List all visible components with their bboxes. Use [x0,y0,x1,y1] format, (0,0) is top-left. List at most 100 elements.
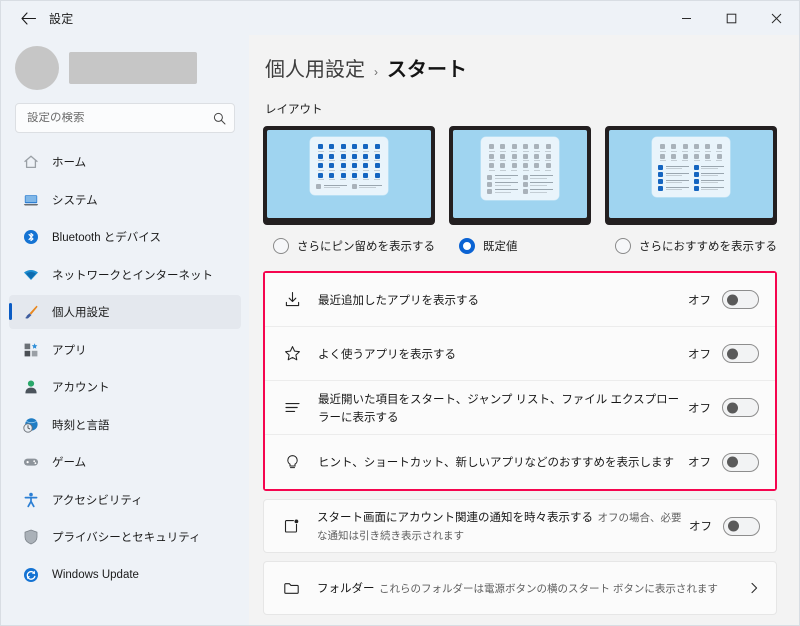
system-icon [21,190,41,210]
toggle-state-label: オフ [688,402,711,415]
search-icon [213,112,226,125]
setting-row-recently-added-apps[interactable]: 最近追加したアプリを表示する オフ [265,273,775,327]
radio-button[interactable] [615,238,631,254]
sidebar-item-privacy-security[interactable]: プライバシーとセキュリティ [9,520,241,554]
setting-row-title: ヒント、ショートカット、新しいアプリなどのおすすめを表示します [318,457,675,469]
sidebar-item-accounts[interactable]: アカウント [9,370,241,404]
layout-option-more-recommendations[interactable]: さらにおすすめを表示する [605,126,777,254]
sidebar-item-label: ホーム [52,157,87,169]
sidebar-item-label: Bluetooth とデバイス [52,232,161,244]
radio-button[interactable] [273,238,289,254]
content-area: 個人用設定 › スタート レイアウト さらにピン留めを表示する 既定値 さらにお… [249,35,799,625]
bluetooth-icon [21,227,41,247]
thumb-pinned-grid [487,144,553,171]
sidebar-item-label: Windows Update [52,568,139,581]
sidebar-item-accessibility[interactable]: アクセシビリティ [9,483,241,517]
settings-list: 最近追加したアプリを表示する オフ よく使うアプリを表示する オフ 最近開いた項… [263,271,777,615]
sidebar-item-time-language[interactable]: 時刻と言語 [9,408,241,442]
toggle-state-label: オフ [688,348,711,361]
breadcrumb: 個人用設定 › スタート [263,53,777,82]
sidebar-item-personalization[interactable]: 個人用設定 [9,295,241,329]
sidebar-item-label: ゲーム [52,457,87,469]
thumb-pinned-grid [316,144,382,180]
setting-row-title: よく使うアプリを表示する [318,348,456,361]
search-container [1,97,249,143]
sidebar: ホーム システム Bluetooth とデバイス [1,35,249,625]
minimize-icon [681,13,692,24]
list-icon [282,399,302,416]
setting-row-text: よく使うアプリを表示する [318,345,688,363]
sidebar-item-label: アクセシビリティ [52,494,143,507]
layout-option-more-pins[interactable]: さらにピン留めを表示する [263,126,435,254]
toggle-state-label: オフ [688,294,711,307]
minimize-button[interactable] [664,1,709,35]
setting-row-recently-opened-items[interactable]: 最近開いた項目をスタート、ジャンプ リスト、ファイル エクスプローラーに表示する… [265,381,775,435]
gamepad-icon [21,452,41,472]
setting-row-control [748,582,760,594]
notification-badge-icon [281,518,301,535]
thumb-recommended-list [487,174,553,194]
thumb-pinned-grid [658,144,724,161]
maximize-button[interactable] [709,1,754,35]
layout-option-label: さらにピン留めを表示する [297,241,435,253]
avatar [15,46,59,90]
setting-row-subtitle: これらのフォルダーは電源ボタンの横のスタート ボタンに表示されます [378,583,718,595]
toggle-switch[interactable] [722,398,759,417]
sidebar-item-bluetooth[interactable]: Bluetooth とデバイス [9,220,241,254]
setting-row-title: スタート画面にアカウント関連の通知を時々表示する [317,512,593,524]
close-button[interactable] [754,1,799,35]
setting-row-folders[interactable]: フォルダー これらのフォルダーは電源ボタンの横のスタート ボタンに表示されます [263,561,777,615]
paintbrush-icon [21,302,41,322]
folder-icon [281,580,301,597]
layout-section-label: レイアウト [265,104,323,116]
toggle-switch[interactable] [722,290,759,309]
layout-thumbnail[interactable] [605,126,777,225]
search-input[interactable] [27,112,213,124]
sidebar-item-label: アプリ [52,344,87,357]
star-icon [282,345,302,362]
setting-row-title: 最近追加したアプリを表示する [318,294,479,307]
sidebar-item-label: 時刻と言語 [52,419,110,432]
thumb-recommended-list [658,165,724,191]
layout-option-default[interactable]: 既定値 [449,126,591,254]
sidebar-nav: ホーム システム Bluetooth とデバイス ネットワークとインターネット … [1,143,249,625]
setting-row-title: 最近開いた項目をスタート、ジャンプ リスト、ファイル エクスプローラーに表示する [318,393,680,424]
setting-row-text: フォルダー これらのフォルダーは電源ボタンの横のスタート ボタンに表示されます [317,579,748,597]
setting-row-tips-shortcuts-recommendations[interactable]: ヒント、ショートカット、新しいアプリなどのおすすめを表示します オフ [265,435,775,489]
sidebar-item-system[interactable]: システム [9,183,241,217]
sidebar-item-windows-update[interactable]: Windows Update [9,558,241,592]
sidebar-item-label: ネットワークとインターネット [52,269,213,282]
sidebar-item-label: アカウント [52,382,110,394]
back-button[interactable] [9,3,47,33]
setting-row-most-used-apps[interactable]: よく使うアプリを表示する オフ [265,327,775,381]
shield-icon [21,527,41,547]
toggle-switch[interactable] [723,516,760,536]
sidebar-item-network[interactable]: ネットワークとインターネット [9,258,241,292]
apps-icon [21,340,41,360]
toggle-state-label: オフ [689,521,712,533]
chevron-right-icon[interactable] [748,582,760,594]
layout-options: さらにピン留めを表示する 既定値 さらにおすすめを表示する [263,126,777,254]
sidebar-item-home[interactable]: ホーム [9,145,241,179]
setting-row-control: オフ [688,452,759,472]
layout-thumbnail[interactable] [449,126,591,225]
radio-button[interactable] [459,238,475,254]
setting-row-text: スタート画面にアカウント関連の通知を時々表示する オフの場合、必要な通知は引き続… [317,508,689,544]
toggle-switch[interactable] [722,452,759,472]
home-icon [21,152,41,172]
layout-radio-more-recommendations[interactable]: さらにおすすめを表示する [605,238,777,254]
layout-radio-default[interactable]: 既定値 [449,238,591,254]
profile-block[interactable] [1,35,249,97]
search-box[interactable] [15,103,235,133]
update-icon [21,565,41,585]
breadcrumb-parent[interactable]: 個人用設定 [265,53,365,82]
layout-radio-more-pins[interactable]: さらにピン留めを表示する [263,238,435,254]
arrow-left-icon [20,11,36,25]
toggle-switch[interactable] [722,344,759,363]
layout-thumbnail[interactable] [263,126,435,225]
sidebar-item-gaming[interactable]: ゲーム [9,445,241,479]
highlight-annotation: 最近追加したアプリを表示する オフ よく使うアプリを表示する オフ 最近開いた項… [263,271,777,491]
setting-row-account-notifications[interactable]: スタート画面にアカウント関連の通知を時々表示する オフの場合、必要な通知は引き続… [263,499,777,553]
sidebar-item-apps[interactable]: アプリ [9,333,241,367]
thumb-recommended-list [316,184,382,189]
